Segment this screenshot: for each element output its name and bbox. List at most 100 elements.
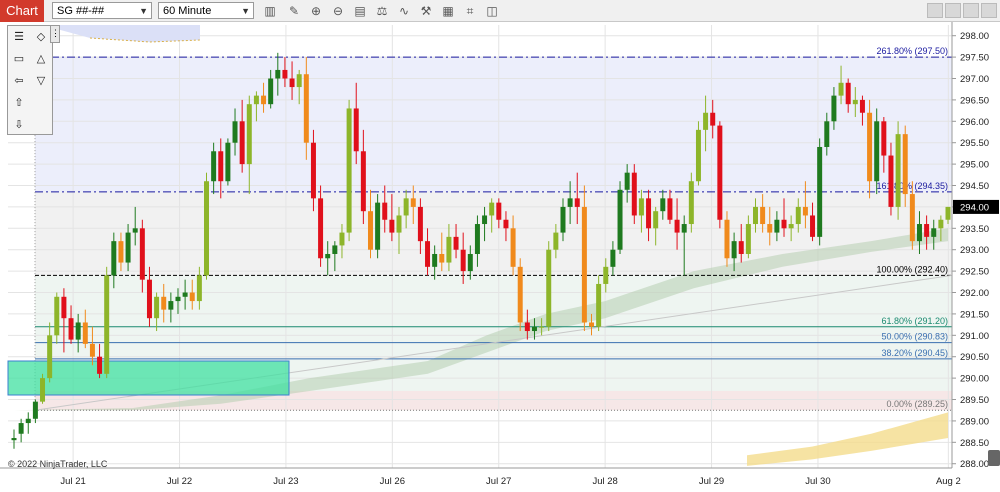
price-tick-label: 297.00 — [960, 74, 989, 85]
candle-body — [795, 206, 801, 225]
candle-body — [339, 232, 345, 246]
minimize-button[interactable] — [927, 3, 943, 18]
arrow-up-icon[interactable]: ⇧ — [10, 94, 28, 112]
triangle-down-icon[interactable]: ▽ — [32, 72, 50, 90]
price-tick-label: 290.50 — [960, 352, 989, 363]
candle-body — [132, 228, 138, 233]
price-tick-label: 293.50 — [960, 224, 989, 235]
restore-button[interactable] — [963, 3, 979, 18]
candle-body — [560, 206, 566, 233]
candle-body — [496, 202, 502, 220]
candle-body — [646, 198, 652, 229]
candle-body — [845, 82, 851, 105]
candle-body — [945, 206, 951, 220]
candle-body — [275, 69, 281, 79]
candle-body — [703, 112, 709, 130]
candle-body — [182, 292, 188, 297]
triangle-up-icon[interactable]: △ — [32, 50, 50, 68]
candle-body — [303, 74, 309, 143]
diamond-icon[interactable]: ◇ — [32, 28, 50, 46]
candle-body — [75, 322, 81, 340]
candle-body — [674, 219, 680, 233]
snapshot-icon[interactable]: ◫ — [484, 3, 500, 19]
drawing-icon[interactable]: ⚒ — [418, 3, 434, 19]
candle-body — [517, 266, 523, 323]
date-tick-label: Jul 21 — [60, 476, 85, 487]
candle-body — [467, 253, 473, 272]
candle-body — [474, 224, 480, 254]
price-chart[interactable]: 261.80% (297.50)161.80% (294.35)100.00% … — [0, 22, 1000, 492]
candle-body — [417, 206, 423, 242]
fib-level-label: 100.00% (292.40) — [876, 264, 948, 274]
candle-body — [874, 121, 880, 182]
price-tick-label: 288.00 — [960, 459, 989, 470]
date-tick-label: Jul 30 — [805, 476, 830, 487]
data-box-icon[interactable]: ▦ — [440, 3, 456, 19]
scroll-handle[interactable] — [988, 450, 1000, 466]
instrument-value: SG ##-## — [57, 5, 105, 17]
candle-body — [667, 198, 673, 220]
arrow-line-icon[interactable]: ⇦ — [10, 72, 28, 90]
candle-body — [154, 296, 160, 319]
pencil-icon[interactable]: ✎ — [286, 3, 302, 19]
date-tick-label: Aug 2 — [936, 476, 961, 487]
chart-trader-icon[interactable]: ⌗ — [462, 3, 478, 19]
candle-body — [767, 224, 773, 233]
instrument-selector[interactable]: SG ##-## ▼ — [52, 2, 152, 19]
candle-body — [524, 322, 530, 332]
candle-body — [446, 236, 452, 263]
properties-icon[interactable]: ▤ — [352, 3, 368, 19]
candle-body — [831, 95, 837, 122]
candle-body — [396, 215, 402, 233]
candle-body — [916, 224, 922, 242]
chevron-down-icon: ▼ — [139, 6, 148, 16]
menu-icon[interactable]: ☰ — [10, 28, 28, 46]
candle-body — [239, 121, 245, 165]
indicator-icon[interactable]: ∿ — [396, 3, 412, 19]
price-tick-label: 291.00 — [960, 331, 989, 342]
palette-grip-handle[interactable]: ⋮ — [50, 25, 60, 43]
candle-body — [68, 318, 74, 340]
candle-body — [218, 151, 224, 182]
candle-body — [261, 95, 267, 105]
bars-icon[interactable]: ▥ — [262, 3, 278, 19]
candle-body — [539, 326, 545, 328]
chart-tab[interactable]: Chart — [0, 0, 44, 22]
last-price-label: 294.00 — [960, 202, 989, 213]
rectangle-icon[interactable]: ▭ — [10, 50, 28, 68]
candle-body — [61, 296, 67, 319]
candle-body — [589, 322, 595, 327]
candle-body — [924, 224, 930, 237]
candle-body — [681, 224, 687, 233]
copyright-text: © 2022 NinjaTrader, LLC — [8, 459, 108, 469]
date-tick-label: Jul 27 — [486, 476, 511, 487]
interval-selector[interactable]: 60 Minute ▼ — [158, 2, 254, 19]
candle-body — [596, 283, 602, 327]
candle-body — [631, 172, 637, 216]
maximize-button[interactable] — [945, 3, 961, 18]
candle-body — [125, 232, 131, 263]
candle-body — [902, 134, 908, 195]
candle-body — [638, 198, 644, 216]
candle-body — [32, 401, 38, 419]
zoom-in-icon[interactable]: ⊕ — [308, 3, 324, 19]
candle-body — [432, 253, 438, 267]
candle-body — [489, 202, 495, 216]
candle-body — [745, 224, 751, 254]
arrow-down-icon[interactable]: ⇩ — [10, 116, 28, 134]
price-tick-label: 296.50 — [960, 95, 989, 106]
candle-body — [253, 95, 259, 105]
close-button[interactable] — [981, 3, 997, 18]
candle-body — [367, 211, 373, 250]
candle-body — [817, 146, 823, 237]
candle-body — [802, 206, 808, 216]
candle-body — [717, 125, 723, 220]
candle-body — [546, 249, 552, 327]
candle-body — [111, 241, 117, 276]
candle-body — [82, 322, 88, 344]
zoom-out-icon[interactable]: ⊖ — [330, 3, 346, 19]
candle-body — [460, 249, 466, 272]
strategy-icon[interactable]: ⚖ — [374, 3, 390, 19]
candle-body — [353, 108, 359, 152]
chevron-down-icon: ▼ — [241, 6, 250, 16]
